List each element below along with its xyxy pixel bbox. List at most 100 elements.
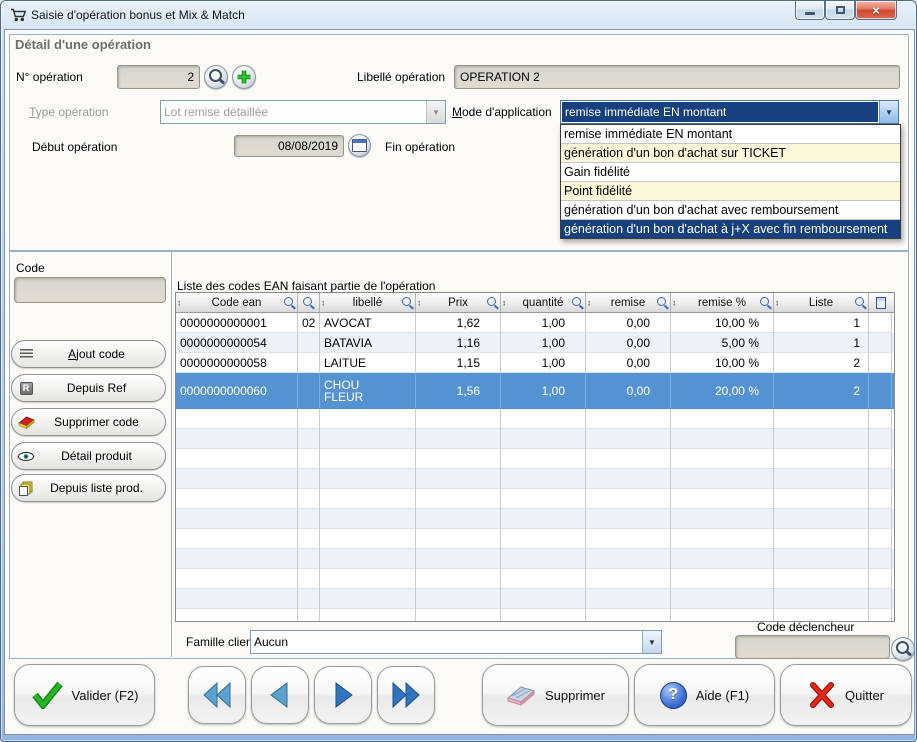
search-declencheur-button[interactable] bbox=[891, 637, 915, 661]
quitter-label: Quitter bbox=[845, 688, 884, 703]
eraser-icon bbox=[12, 415, 40, 429]
search-icon[interactable] bbox=[855, 297, 864, 306]
chevron-down-icon[interactable]: ▼ bbox=[879, 101, 898, 123]
search-icon[interactable] bbox=[760, 297, 769, 306]
num-operation-label: N° opération bbox=[16, 70, 83, 84]
mode-application-label: Mode d'application bbox=[452, 105, 552, 119]
mode-application-dropdown: remise immédiate EN montant génération d… bbox=[560, 124, 901, 239]
num-operation-field[interactable]: 2 bbox=[117, 65, 200, 89]
window-title: Saisie d'opération bonus et Mix & Match bbox=[31, 8, 245, 22]
eye-icon bbox=[12, 451, 40, 462]
table-title: Liste des codes EAN faisant partie de l'… bbox=[177, 279, 435, 293]
libelle-operation-field[interactable]: OPERATION 2 bbox=[454, 65, 900, 89]
dropdown-option[interactable]: remise immédiate EN montant bbox=[561, 125, 900, 144]
valider-button[interactable]: Valider (F2) bbox=[14, 664, 155, 726]
num-operation-value: 2 bbox=[187, 70, 194, 84]
supprimer-button[interactable]: Supprimer bbox=[482, 664, 629, 726]
famille-client-combobox[interactable]: Aucun ▼ bbox=[250, 630, 662, 654]
table-row[interactable]: 0000000000054 BATAVIA1,16 1,000,00 5,00 … bbox=[176, 333, 894, 353]
dropdown-option-highlighted[interactable]: génération d'un bon d'achat à j+X avec f… bbox=[561, 220, 900, 238]
right-arrow-icon bbox=[330, 681, 356, 709]
dropdown-option[interactable]: Point fidélité bbox=[561, 182, 900, 201]
close-button[interactable]: × bbox=[855, 1, 897, 20]
search-icon[interactable] bbox=[284, 297, 293, 306]
add-operation-button[interactable] bbox=[232, 65, 256, 89]
column-header-grid[interactable] bbox=[869, 293, 892, 312]
column-header-quantite[interactable]: ↕quantité bbox=[501, 293, 586, 312]
sort-icon: ↕ bbox=[321, 298, 325, 307]
table-row[interactable]: 000000000000102 AVOCAT1,62 1,000,00 10,0… bbox=[176, 313, 894, 333]
previous-record-button[interactable] bbox=[251, 666, 309, 724]
next-record-button[interactable] bbox=[314, 666, 372, 724]
type-operation-value: Lot remise détaillée bbox=[161, 101, 426, 123]
depuis-ref-label: Depuis Ref bbox=[40, 381, 165, 395]
minimize-button[interactable] bbox=[795, 1, 825, 20]
plus-icon bbox=[236, 69, 252, 85]
search-icon[interactable] bbox=[303, 297, 312, 306]
table-empty-area bbox=[176, 409, 894, 622]
column-header-prix[interactable]: ↕Prix bbox=[416, 293, 501, 312]
famille-client-value: Aucun bbox=[251, 631, 642, 653]
sort-icon: ↕ bbox=[502, 298, 506, 307]
minimize-icon bbox=[805, 12, 815, 15]
famille-client-label: Famille client bbox=[186, 635, 256, 649]
first-record-button[interactable] bbox=[188, 666, 246, 724]
close-icon: × bbox=[872, 3, 880, 18]
calendar-icon bbox=[352, 139, 367, 152]
depuis-liste-prod-button[interactable]: Depuis liste prod. bbox=[11, 474, 166, 502]
table-header: ↕Code ean ↕libellé ↕Prix ↕quantité ↕remi… bbox=[176, 293, 894, 313]
detail-produit-label: Détail produit bbox=[40, 449, 165, 463]
table-row-selected[interactable]: 0000000000060 CHOU FLEUR1,56 1,000,00 20… bbox=[176, 373, 894, 409]
client-area: Détail d'une opération N° opération 2 Li… bbox=[4, 29, 915, 735]
libelle-operation-label: Libellé opération bbox=[357, 70, 445, 84]
column-header-libelle[interactable]: ↕libellé bbox=[320, 293, 416, 312]
column-header-remise-pct[interactable]: ↕remise % bbox=[671, 293, 774, 312]
dropdown-option[interactable]: Gain fidélité bbox=[561, 163, 900, 182]
table-row-empty bbox=[176, 409, 894, 429]
valider-label: Valider (F2) bbox=[72, 688, 139, 703]
pages-icon bbox=[12, 481, 40, 496]
search-icon[interactable] bbox=[402, 297, 411, 306]
table-row-empty bbox=[176, 429, 894, 449]
quitter-button[interactable]: Quitter bbox=[780, 664, 912, 726]
column-header-liste[interactable]: ↕Liste bbox=[774, 293, 869, 312]
depuis-ref-button[interactable]: R Depuis Ref bbox=[11, 374, 166, 402]
dropdown-option[interactable]: génération d'un bon d'achat sur TICKET bbox=[561, 144, 900, 163]
code-input[interactable] bbox=[14, 277, 166, 303]
debut-operation-field[interactable]: 08/08/2019 bbox=[234, 135, 344, 157]
ajout-code-label: Ajout code bbox=[40, 347, 165, 361]
sort-icon: ↕ bbox=[672, 298, 676, 307]
search-icon[interactable] bbox=[657, 297, 666, 306]
magnifier-icon bbox=[209, 69, 222, 82]
search-icon[interactable] bbox=[487, 297, 496, 306]
dropdown-option[interactable]: génération d'un bon d'achat avec rembour… bbox=[561, 201, 900, 220]
supprimer-code-button[interactable]: Supprimer code bbox=[11, 408, 166, 436]
search-operation-button[interactable] bbox=[204, 65, 228, 89]
table-row-empty bbox=[176, 469, 894, 489]
cart-icon bbox=[10, 7, 27, 27]
mode-application-combobox[interactable]: remise immédiate EN montant ▼ bbox=[560, 100, 899, 124]
column-header-remise[interactable]: ↕remise bbox=[586, 293, 671, 312]
last-record-button[interactable] bbox=[377, 666, 435, 724]
column-header-extra[interactable] bbox=[298, 293, 320, 312]
aide-button[interactable]: ? Aide (F1) bbox=[634, 664, 775, 726]
calendar-button[interactable] bbox=[348, 134, 371, 157]
chevron-down-icon[interactable]: ▼ bbox=[642, 631, 661, 653]
code-declencheur-label: Code déclencheur bbox=[757, 620, 854, 634]
grid-icon bbox=[876, 297, 886, 309]
title-bar[interactable]: Saisie d'opération bonus et Mix & Match … bbox=[1, 1, 916, 29]
maximize-button[interactable] bbox=[825, 1, 855, 20]
search-icon[interactable] bbox=[572, 297, 581, 306]
table-row-empty bbox=[176, 549, 894, 569]
column-header-code-ean[interactable]: ↕Code ean bbox=[176, 293, 298, 312]
table-row[interactable]: 0000000000058 LAITUE1,15 1,000,00 10,00 … bbox=[176, 353, 894, 373]
ajout-code-button[interactable]: Ajout code bbox=[11, 340, 166, 368]
code-declencheur-field[interactable] bbox=[735, 635, 890, 659]
sort-icon: ↕ bbox=[587, 298, 591, 307]
sort-icon: ↕ bbox=[417, 298, 421, 307]
detail-produit-button[interactable]: Détail produit bbox=[11, 442, 166, 470]
ean-table: ↕Code ean ↕libellé ↕Prix ↕quantité ↕remi… bbox=[175, 292, 895, 622]
table-row-empty bbox=[176, 489, 894, 509]
type-operation-combobox[interactable]: Lot remise détaillée ▼ bbox=[160, 100, 446, 124]
red-x-icon bbox=[808, 681, 836, 709]
